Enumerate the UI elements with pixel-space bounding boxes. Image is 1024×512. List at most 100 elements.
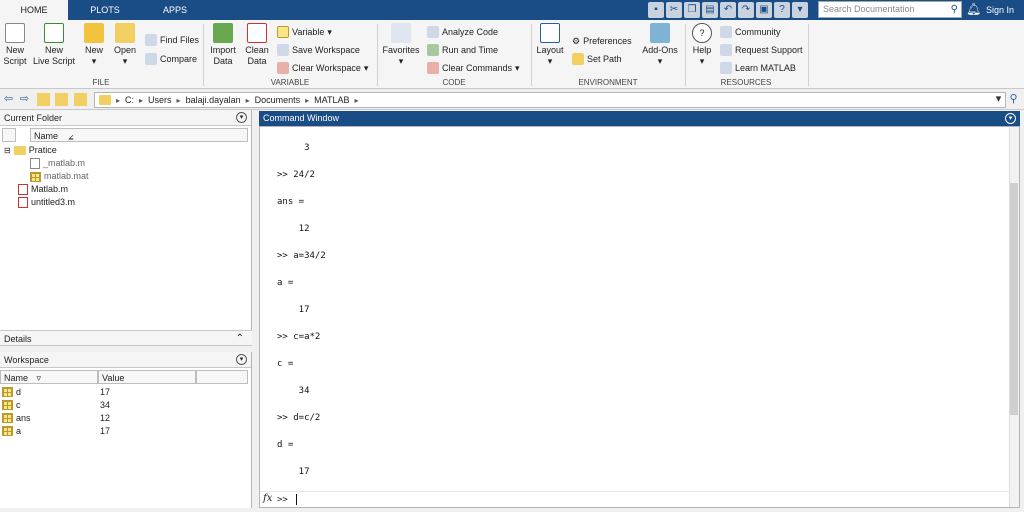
analyze-code-button[interactable]: Analyze Code — [427, 24, 498, 40]
mat-file-icon — [30, 171, 41, 182]
new-live-script-button[interactable]: New Live Script — [32, 23, 76, 67]
clear-workspace-button[interactable]: Clear Workspace ▾ — [277, 60, 368, 76]
file-name: untitled3.m — [31, 197, 76, 207]
preferences-button[interactable]: ⚙ Preferences — [572, 33, 632, 49]
folder-row[interactable]: ⊟ Pratice — [4, 144, 57, 157]
forward-arrow-icon[interactable]: ⇨ — [18, 93, 31, 106]
favorites-button[interactable]: Favorites ▾ — [381, 23, 421, 67]
workspace-row[interactable]: a 17 — [2, 425, 242, 437]
chevron-down-icon: ▾ — [515, 63, 520, 73]
cut-icon[interactable]: ✂ — [666, 1, 682, 18]
tab-apps[interactable]: APPS — [142, 0, 208, 20]
notification-bell-icon[interactable]: 🔔︎ — [966, 2, 981, 16]
breadcrumb-item[interactable]: Users — [148, 95, 172, 105]
switch-windows-icon[interactable]: ▣ — [756, 1, 772, 18]
open-label: Open — [113, 45, 137, 55]
code-group-label: CODE — [442, 78, 466, 87]
add-ons-button[interactable]: Add-Ons ▾ — [640, 23, 680, 67]
file-type-column[interactable] — [2, 128, 16, 142]
chevron-down-icon: ▾ — [657, 56, 663, 66]
breadcrumb-item[interactable]: balaji.dayalan — [186, 95, 241, 105]
learn-matlab-button[interactable]: Learn MATLAB — [720, 60, 796, 76]
variable-button[interactable]: Variable ▾ — [277, 24, 332, 40]
vertical-scrollbar[interactable] — [1009, 127, 1019, 507]
copy-icon[interactable]: ❐ — [684, 1, 700, 18]
search-folder-icon[interactable] — [74, 93, 87, 106]
file-name: Matlab.m — [31, 184, 69, 194]
path-dropdown-icon[interactable]: ▾ — [992, 93, 1005, 106]
search-icon[interactable]: ⚲ — [1007, 93, 1020, 106]
file-row[interactable]: untitled3.m — [18, 196, 75, 209]
compare-icon — [145, 53, 157, 65]
browse-folder-icon[interactable] — [55, 93, 68, 106]
set-path-label: Set Path — [587, 54, 622, 64]
compare-button[interactable]: Compare — [145, 51, 197, 67]
collapse-icon[interactable]: ⊟ — [4, 144, 11, 157]
clean-data-button[interactable]: Clean Data — [243, 23, 271, 67]
chevron-down-icon: ▾ — [122, 56, 128, 66]
value-column-header[interactable]: Value — [98, 370, 196, 384]
workspace-row[interactable]: c 34 — [2, 399, 242, 411]
file-row[interactable]: matlab.mat — [30, 170, 89, 183]
clear-commands-icon — [427, 62, 439, 74]
command-window[interactable]: 3 >> 24/2 ans = 12 >> a=34/2 a = 17 >> c… — [259, 126, 1020, 508]
new-live-script-label-2: Live Script — [32, 56, 76, 66]
new-button[interactable]: New ▾ — [83, 23, 105, 67]
search-icon[interactable]: ⚲ — [951, 2, 958, 17]
up-folder-icon[interactable] — [37, 93, 50, 106]
import-data-button[interactable]: Import Data — [207, 23, 239, 67]
panel-actions-icon[interactable]: ▾ — [236, 112, 247, 123]
name-column-header[interactable]: Name ⦤ — [30, 128, 248, 142]
file-row[interactable]: _matlab.m — [30, 157, 85, 170]
breadcrumb-separator: ▸ — [245, 95, 250, 105]
set-path-button[interactable]: Set Path — [572, 51, 622, 67]
workspace-row[interactable]: d 17 — [2, 386, 242, 398]
panel-actions-icon[interactable]: ▾ — [236, 354, 247, 365]
matlab-window: HOME PLOTS APPS ▪ ✂ ❐ ▤ ↶ ↷ ▣ ? ▾ Search… — [0, 0, 1024, 512]
extra-column-header[interactable] — [196, 370, 248, 384]
request-support-button[interactable]: Request Support — [720, 42, 803, 58]
workspace-title: Workspace — [4, 355, 49, 365]
tab-home[interactable]: HOME — [0, 0, 68, 20]
layout-button[interactable]: Layout ▾ — [535, 23, 565, 67]
scrollbar-thumb[interactable] — [1010, 183, 1018, 415]
details-header[interactable]: Details ⌃ — [0, 330, 252, 346]
name-column-header[interactable]: Name ▿ — [0, 370, 98, 384]
tab-plots[interactable]: PLOTS — [68, 0, 142, 20]
breadcrumb-item[interactable]: C: — [125, 95, 134, 105]
open-button[interactable]: Open ▾ — [112, 23, 138, 67]
paste-icon[interactable]: ▤ — [702, 1, 718, 18]
panel-actions-icon[interactable]: ▾ — [1005, 113, 1016, 124]
clear-commands-label: Clear Commands — [442, 63, 513, 73]
dropdown-icon[interactable]: ▾ — [792, 1, 808, 18]
function-browser-icon[interactable]: fx — [263, 493, 272, 504]
clear-commands-button[interactable]: Clear Commands ▾ — [427, 60, 520, 76]
find-files-button[interactable]: Find Files — [145, 32, 199, 48]
file-row[interactable]: Matlab.m — [18, 183, 68, 196]
folder-open-icon — [115, 23, 135, 43]
help-button[interactable]: ? Help ▾ — [689, 23, 715, 67]
sign-in-link[interactable]: Sign In — [986, 0, 1014, 20]
save-workspace-button[interactable]: Save Workspace — [277, 42, 360, 58]
save-icon[interactable]: ▪ — [648, 1, 664, 18]
divider — [203, 24, 204, 86]
quick-access-toolbar: ▪ ✂ ❐ ▤ ↶ ↷ ▣ ? ▾ — [648, 1, 814, 18]
preferences-label: Preferences — [583, 36, 632, 46]
command-prompt-row[interactable]: fx >> — [260, 491, 1010, 507]
chevron-up-icon[interactable]: ⌃ — [236, 331, 244, 347]
help-icon: ? — [692, 23, 712, 43]
search-documentation-input[interactable]: Search Documentation ⚲ — [818, 1, 962, 18]
layout-label: Layout — [536, 45, 564, 55]
workspace-row[interactable]: ans 12 — [2, 412, 242, 424]
breadcrumb-item[interactable]: Documents — [255, 95, 301, 105]
address-path-field[interactable]: ▸ C: ▸ Users ▸ balaji.dayalan ▸ Document… — [94, 92, 1006, 108]
redo-icon[interactable]: ↷ — [738, 1, 754, 18]
new-script-button[interactable]: New Script — [2, 23, 28, 67]
breadcrumb-item[interactable]: MATLAB — [314, 95, 349, 105]
community-button[interactable]: Community — [720, 24, 781, 40]
undo-icon[interactable]: ↶ — [720, 1, 736, 18]
help-icon[interactable]: ? — [774, 1, 790, 18]
run-and-time-button[interactable]: Run and Time — [427, 42, 498, 58]
back-arrow-icon[interactable]: ⇦ — [2, 93, 15, 106]
command-window-header: Command Window ▾ — [259, 111, 1020, 126]
